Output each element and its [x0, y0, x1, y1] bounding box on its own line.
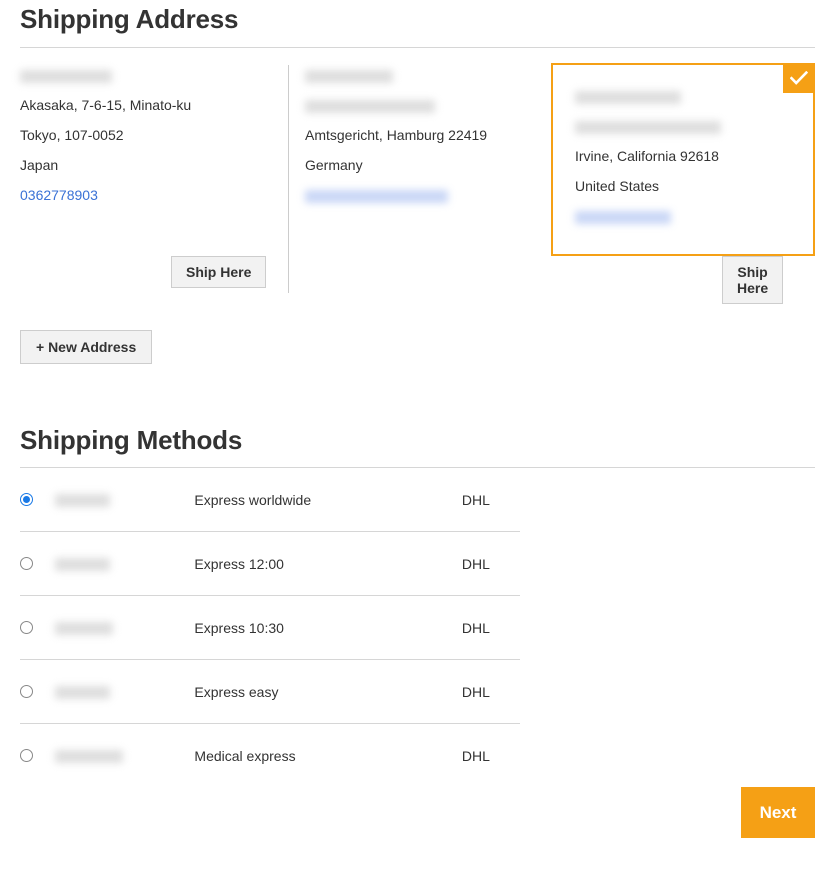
radio-button[interactable] [20, 493, 33, 506]
address-card-selected[interactable]: Irvine, California 92618 United States [551, 63, 815, 256]
address-name-redacted [305, 60, 555, 90]
check-icon [790, 71, 808, 85]
shipping-method-carrier: DHL [461, 619, 490, 636]
address-line: Tokyo, 107-0052 [20, 127, 124, 143]
shipping-method-price-redacted [54, 556, 195, 572]
address-line: Irvine, California 92618 [575, 148, 719, 164]
address-card[interactable]: Akasaka, 7-6-15, Minato-ku Tokyo, 107-00… [20, 60, 270, 288]
shipping-methods-table: Express worldwide DHL Express 12:00 DHL … [20, 468, 520, 787]
shipping-address-heading: Shipping Address [20, 4, 239, 34]
address-line: Germany [305, 157, 363, 173]
address-section-divider [20, 47, 815, 48]
ship-here-button[interactable]: Ship Here [171, 256, 267, 288]
address-street-redacted [575, 111, 795, 141]
shipping-method-radio-cell[interactable] [20, 621, 55, 634]
address-card[interactable]: Amtsgericht, Hamburg 22419 Germany Ship … [305, 60, 784, 304]
redacted-text [305, 69, 393, 83]
shipping-method-row[interactable]: Express 12:00 DHL [20, 532, 520, 596]
radio-button[interactable] [20, 749, 33, 762]
shipping-method-radio-cell[interactable] [20, 557, 55, 570]
shipping-method-carrier: DHL [461, 491, 490, 508]
shipping-method-row[interactable]: Express 10:30 DHL [20, 596, 520, 660]
address-phone-link[interactable]: 0362778903 [20, 180, 270, 210]
address-card-list: Akasaka, 7-6-15, Minato-ku Tokyo, 107-00… [0, 60, 835, 304]
address-name-redacted [575, 81, 795, 111]
redacted-text [305, 189, 448, 203]
shipping-method-price-redacted [54, 492, 195, 508]
shipping-method-price-redacted [54, 748, 195, 764]
radio-button[interactable] [20, 557, 33, 570]
shipping-method-radio-cell[interactable] [20, 749, 55, 762]
address-street-redacted [305, 90, 555, 120]
radio-button[interactable] [20, 685, 33, 698]
shipping-method-name: Express worldwide [194, 491, 312, 508]
shipping-methods-heading: Shipping Methods [20, 425, 243, 455]
address-line: Japan [20, 157, 59, 173]
checkout-shipping-page: Shipping Address Akasaka, 7-6-15, Minato… [0, 0, 835, 888]
address-line: Akasaka, 7-6-15, Minato-ku [20, 97, 192, 113]
shipping-method-name: Medical express [194, 747, 296, 764]
redacted-text [54, 750, 123, 764]
selected-badge [783, 63, 815, 93]
address-name-redacted [20, 60, 270, 90]
shipping-method-price-redacted [54, 684, 195, 700]
shipping-method-radio-cell[interactable] [20, 493, 55, 506]
redacted-text [54, 558, 110, 572]
shipping-method-carrier: DHL [461, 555, 490, 572]
shipping-method-radio-cell[interactable] [20, 685, 55, 698]
redacted-text [20, 69, 112, 83]
new-address-button[interactable]: + New Address [20, 330, 153, 364]
redacted-text [54, 622, 113, 636]
ship-here-button[interactable]: Ship Here [722, 256, 784, 304]
address-phone-redacted[interactable] [575, 201, 795, 231]
address-line: Amtsgericht, Hamburg 22419 [305, 127, 488, 143]
next-button[interactable]: Next [741, 787, 815, 838]
shipping-method-name: Express 12:00 [194, 555, 284, 572]
redacted-text [575, 120, 721, 134]
address-card-vertical-divider [288, 65, 289, 293]
shipping-method-price-redacted [54, 620, 195, 636]
redacted-text [54, 686, 110, 700]
shipping-method-row[interactable]: Express worldwide DHL [20, 468, 520, 532]
shipping-method-name: Express 10:30 [194, 619, 284, 636]
shipping-method-row[interactable]: Medical express DHL [20, 724, 520, 787]
shipping-method-name: Express easy [194, 683, 279, 700]
redacted-text [54, 494, 110, 508]
shipping-method-carrier: DHL [461, 747, 490, 764]
radio-button[interactable] [20, 621, 33, 634]
shipping-method-row[interactable]: Express easy DHL [20, 660, 520, 724]
address-phone-redacted[interactable] [305, 180, 555, 210]
redacted-text [575, 90, 681, 104]
shipping-method-carrier: DHL [461, 683, 490, 700]
address-line: United States [575, 178, 660, 194]
redacted-text [305, 99, 435, 113]
redacted-text [575, 210, 671, 224]
